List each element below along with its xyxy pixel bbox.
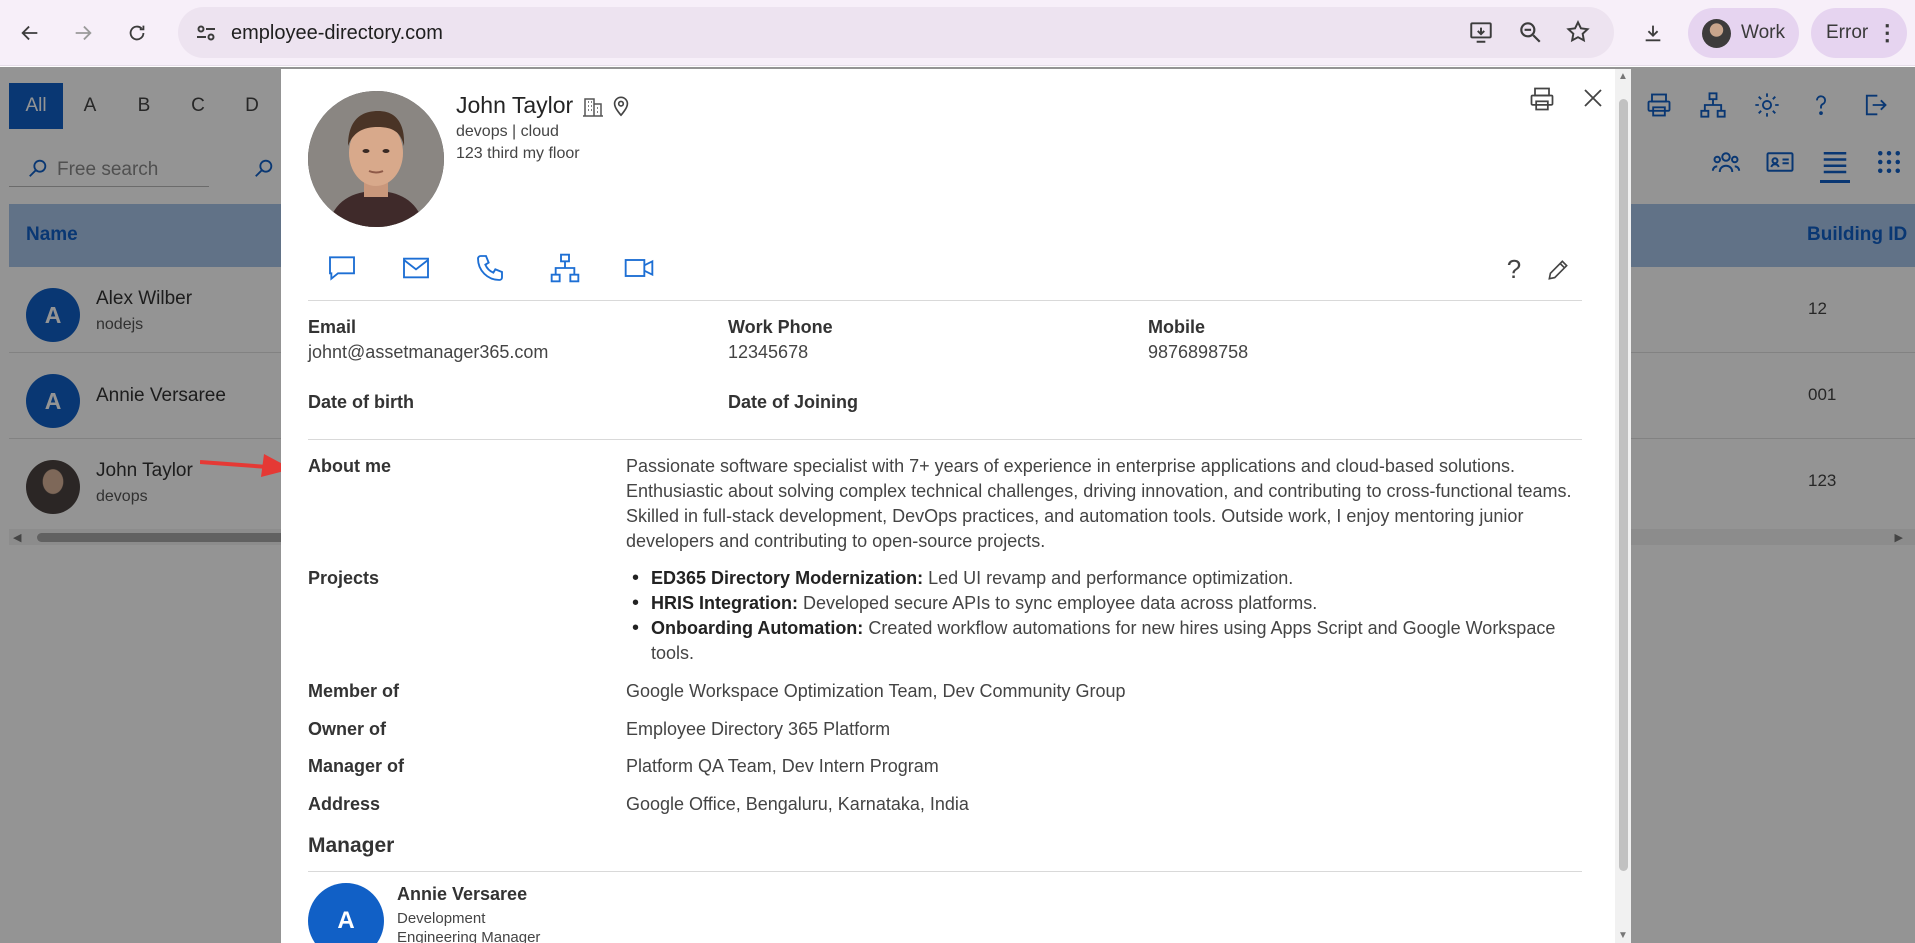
scroll-up-icon[interactable]: ▲ [1618,71,1628,82]
divider [308,439,1582,440]
address-label: Address [308,794,381,814]
list-item: Onboarding Automation: Created workflow … [626,616,1582,666]
project-description: Developed secure APIs to sync employee d… [803,593,1318,613]
browser-toolbar: employee-directory.com Work Error ⋮ [0,0,1915,66]
project-title: HRIS Integration: [651,593,798,613]
manager-department: Development [397,910,486,927]
list-item: HRIS Integration: Developed secure APIs … [626,591,1582,616]
profile-avatar [1702,18,1731,48]
divider [308,300,1582,301]
profile-button[interactable]: Work [1688,8,1799,58]
profile-panel: John Taylor devops | cloud 123 third my … [281,69,1631,943]
annotation-arrow [200,454,292,477]
zoom-icon[interactable] [1517,19,1545,47]
reload-icon[interactable] [117,13,157,53]
profile-name: John Taylor [456,92,574,118]
manager-role: Engineering Manager [397,929,541,943]
mobile-value[interactable]: 9876898758 [1148,342,1248,363]
address-value: Google Office, Bengaluru, Karnataka, Ind… [626,794,969,814]
mail-icon[interactable] [400,252,432,284]
url-text[interactable]: employee-directory.com [231,22,443,45]
forward-icon[interactable] [63,13,103,53]
projects-list: ED365 Directory Modernization: Led UI re… [626,566,1582,666]
scroll-down-icon[interactable]: ▼ [1618,930,1628,941]
site-settings-icon[interactable] [194,21,218,45]
member-of-label: Member of [308,681,400,701]
profile-photo [308,91,444,227]
downloads-icon[interactable] [1633,13,1673,53]
about-me-label: About me [308,456,391,476]
address-bar[interactable]: employee-directory.com [178,7,1614,58]
projects-label: Projects [308,568,380,588]
video-call-icon[interactable] [623,252,655,284]
manager-section-title: Manager [308,834,395,857]
email-value[interactable]: johnt@assetmanager365.com [308,342,548,363]
mobile-label: Mobile [1148,317,1205,337]
project-title: Onboarding Automation: [651,618,864,638]
owner-of-value: Employee Directory 365 Platform [626,719,891,739]
owner-of-label: Owner of [308,719,387,739]
print-icon[interactable] [1528,85,1556,113]
org-chart-icon[interactable] [549,252,581,284]
manager-of-value: Platform QA Team, Dev Intern Program [626,756,939,776]
project-description: Led UI revamp and performance optimizati… [928,568,1294,588]
date-of-joining-label: Date of Joining [728,392,858,412]
list-item: ED365 Directory Modernization: Led UI re… [626,566,1582,591]
email-label: Email [308,317,357,337]
chat-icon[interactable] [326,252,358,284]
close-icon[interactable] [1581,86,1605,110]
vertical-scrollbar[interactable]: ▲ ▼ [1615,69,1631,943]
error-menu-button[interactable]: Error ⋮ [1811,8,1907,58]
more-vert-icon: ⋮ [1876,20,1899,45]
work-phone-value[interactable]: 12345678 [728,342,808,363]
phone-icon[interactable] [474,252,506,284]
profile-title: devops | cloud [456,123,559,140]
edit-pencil-icon[interactable] [1545,257,1571,283]
date-of-birth-label: Date of birth [308,392,414,412]
work-phone-label: Work Phone [728,317,833,337]
profile-label: Work [1741,22,1785,43]
building-icon[interactable] [581,95,605,119]
scrollbar-thumb[interactable] [1619,99,1628,871]
manager-name[interactable]: Annie Versaree [397,884,527,905]
divider [308,871,1582,872]
help-icon[interactable]: ? [1501,255,1527,283]
error-label: Error [1826,22,1869,43]
location-pin-icon[interactable] [610,95,632,119]
member-of-value: Google Workspace Optimization Team, Dev … [626,681,1126,701]
project-title: ED365 Directory Modernization: [651,568,924,588]
profile-office: 123 third my floor [456,145,580,162]
install-app-icon[interactable] [1468,19,1496,47]
manager-avatar[interactable]: A [308,883,384,943]
manager-of-label: Manager of [308,756,405,776]
about-me-text: Passionate software specialist with 7+ y… [626,456,1572,551]
back-icon[interactable] [10,13,50,53]
bookmark-star-icon[interactable] [1565,19,1593,47]
